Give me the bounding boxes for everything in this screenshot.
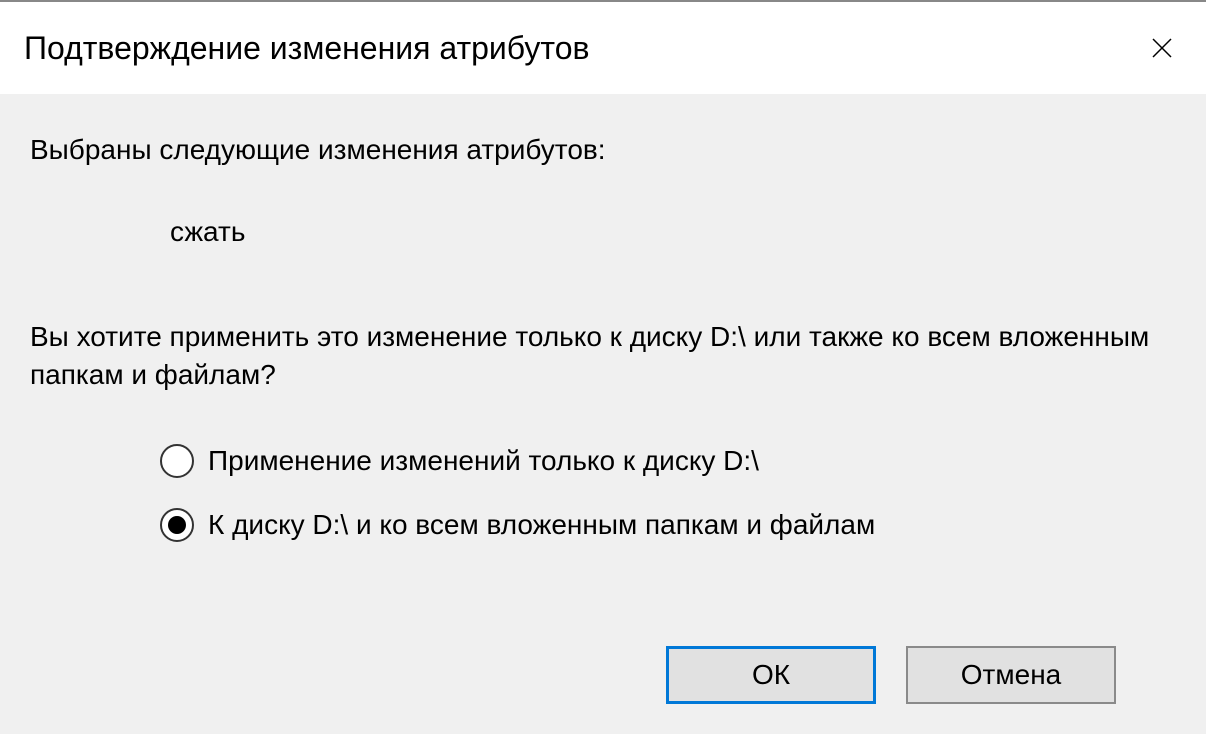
close-icon [1150,36,1174,60]
dialog-content: Выбраны следующие изменения атрибутов: с… [0,94,1206,636]
radio-option-drive-only[interactable]: Применение изменений только к диску D:\ [160,444,1176,478]
titlebar: Подтверждение изменения атрибутов [0,0,1206,94]
question-text: Вы хотите применить это изменение только… [30,318,1176,394]
radio-label: К диску D:\ и ко всем вложенным папкам и… [208,509,875,541]
change-item: сжать [170,216,1176,248]
button-row: ОК Отмена [0,636,1206,734]
ok-button[interactable]: ОК [666,646,876,704]
cancel-button[interactable]: Отмена [906,646,1116,704]
intro-text: Выбраны следующие изменения атрибутов: [30,134,1176,166]
radio-option-recursive[interactable]: К диску D:\ и ко всем вложенным папкам и… [160,508,1176,542]
radio-icon [160,508,194,542]
close-button[interactable] [1142,28,1182,68]
radio-label: Применение изменений только к диску D:\ [208,445,759,477]
radio-icon [160,444,194,478]
dialog-title: Подтверждение изменения атрибутов [24,30,589,67]
confirm-attribute-change-dialog: Подтверждение изменения атрибутов Выбран… [0,0,1206,734]
radio-group: Применение изменений только к диску D:\ … [160,444,1176,572]
